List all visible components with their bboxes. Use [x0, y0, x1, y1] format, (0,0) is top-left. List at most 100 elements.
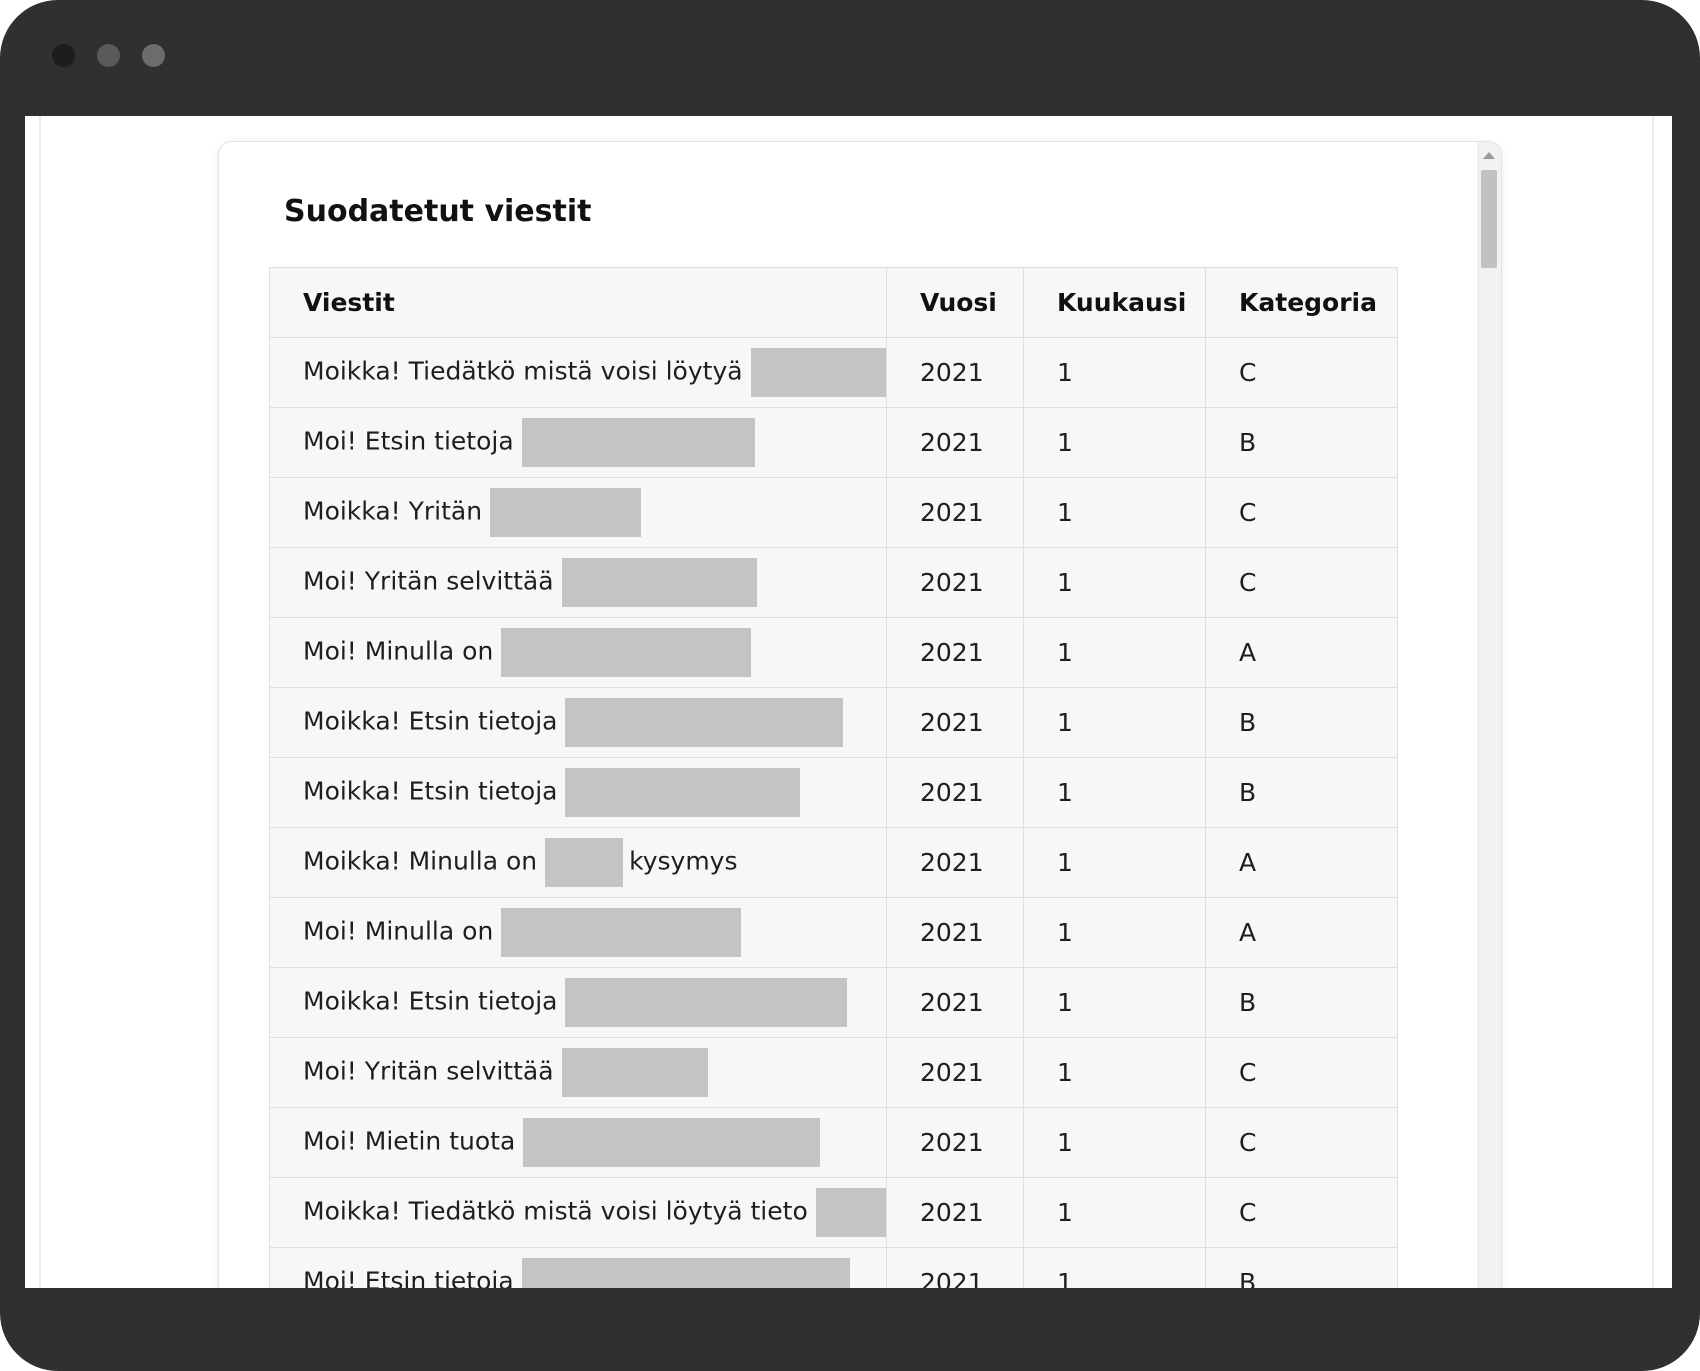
close-dot[interactable]	[52, 44, 75, 67]
month-cell: 1	[1023, 1247, 1206, 1288]
message-cell: Moi! Yritän selvittää	[269, 547, 887, 618]
month-cell: 1	[1023, 687, 1206, 758]
category-cell: C	[1205, 337, 1398, 408]
device-frame: Suodatetut viestit Viestit Vuosi Kuukaus…	[0, 0, 1700, 1371]
category-cell: C	[1205, 1037, 1398, 1108]
year-cell: 2021	[886, 477, 1024, 548]
table-header-row: Viestit Vuosi Kuukausi Kategoria	[269, 267, 1398, 338]
redacted-block	[521, 418, 755, 467]
browser-viewport: Suodatetut viestit Viestit Vuosi Kuukaus…	[25, 116, 1672, 1288]
message-cell: Moi! Mietin tuota	[269, 1107, 887, 1178]
minimize-dot[interactable]	[97, 44, 120, 67]
column-header-messages[interactable]: Viestit	[269, 267, 887, 338]
category-cell: C	[1205, 1177, 1398, 1248]
month-cell: 1	[1023, 547, 1206, 618]
category-cell: B	[1205, 967, 1398, 1038]
redacted-block	[490, 488, 642, 537]
category-cell: B	[1205, 757, 1398, 828]
category-cell: B	[1205, 407, 1398, 478]
month-cell: 1	[1023, 827, 1206, 898]
message-cell: Moikka! Yritän	[269, 477, 887, 548]
table-row[interactable]: Moikka! Etsin tietoja 2021 1 B	[269, 687, 1398, 758]
redacted-block	[561, 1048, 708, 1097]
table-row[interactable]: Moi! Etsin tietoja 2021 1 B	[269, 407, 1398, 478]
category-cell: A	[1205, 617, 1398, 688]
year-cell: 2021	[886, 1107, 1024, 1178]
message-cell: Moikka! Tiedätkö mistä voisi löytyä tiet…	[269, 1177, 887, 1248]
redacted-block	[545, 838, 624, 887]
category-cell: C	[1205, 477, 1398, 548]
column-header-month[interactable]: Kuukausi	[1023, 267, 1206, 338]
panel-title: Suodatetut viestit	[284, 194, 592, 229]
column-header-category[interactable]: Kategoria	[1205, 267, 1398, 338]
redacted-block	[565, 768, 801, 817]
year-cell: 2021	[886, 827, 1024, 898]
filtered-messages-panel: Suodatetut viestit Viestit Vuosi Kuukaus…	[218, 141, 1502, 1288]
redacted-block	[565, 978, 848, 1027]
message-text: Moi! Mietin tuota	[303, 1126, 516, 1156]
vertical-scrollbar[interactable]	[1477, 142, 1501, 1288]
maximize-dot[interactable]	[142, 44, 165, 67]
table-row[interactable]: Moikka! Yritän 2021 1 C	[269, 477, 1398, 548]
table-row[interactable]: Moi! Etsin tietoja 2021 1 B	[269, 1247, 1398, 1289]
message-text: Moi! Etsin tietoja	[303, 1266, 514, 1289]
redacted-block	[750, 348, 886, 397]
messages-table: Viestit Vuosi Kuukausi Kategoria Moikka!…	[269, 267, 1398, 1288]
message-cell: Moikka! Etsin tietoja	[269, 687, 887, 758]
category-cell: B	[1205, 687, 1398, 758]
redacted-block	[501, 628, 752, 677]
category-cell: A	[1205, 827, 1398, 898]
page-edge-right	[1652, 116, 1654, 1288]
message-cell: Moikka! Etsin tietoja	[269, 967, 887, 1038]
column-header-year[interactable]: Vuosi	[886, 267, 1024, 338]
year-cell: 2021	[886, 1247, 1024, 1288]
message-text: Moikka! Tiedätkö mistä voisi löytyä tiet…	[303, 1196, 808, 1226]
table-row[interactable]: Moikka! Tiedätkö mistä voisi löytyä tiet…	[269, 1177, 1398, 1248]
table-row[interactable]: Moi! Yritän selvittää 2021 1 C	[269, 547, 1398, 618]
message-text: Moikka! Etsin tietoja	[303, 706, 558, 736]
year-cell: 2021	[886, 897, 1024, 968]
message-cell: Moikka! Minulla on kysymys	[269, 827, 887, 898]
redacted-block	[523, 1118, 821, 1167]
table-row[interactable]: Moikka! Etsin tietoja 2021 1 B	[269, 757, 1398, 828]
year-cell: 2021	[886, 967, 1024, 1038]
message-cell: Moi! Yritän selvittää	[269, 1037, 887, 1108]
message-text: Moikka! Yritän	[303, 496, 483, 526]
message-text: Moikka! Etsin tietoja	[303, 986, 558, 1016]
year-cell: 2021	[886, 757, 1024, 828]
table-row[interactable]: Moi! Minulla on 2021 1 A	[269, 617, 1398, 688]
redacted-block	[565, 698, 844, 747]
table-row[interactable]: Moikka! Etsin tietoja 2021 1 B	[269, 967, 1398, 1038]
table-row[interactable]: Moi! Minulla on 2021 1 A	[269, 897, 1398, 968]
year-cell: 2021	[886, 337, 1024, 408]
redacted-block	[501, 908, 742, 957]
category-cell: C	[1205, 1107, 1398, 1178]
month-cell: 1	[1023, 897, 1206, 968]
table-row[interactable]: Moi! Yritän selvittää 2021 1 C	[269, 1037, 1398, 1108]
year-cell: 2021	[886, 617, 1024, 688]
table-row[interactable]: Moikka! Minulla on kysymys 2021 1 A	[269, 827, 1398, 898]
scroll-up-arrow-icon[interactable]	[1483, 152, 1495, 159]
table-row[interactable]: Moikka! Tiedätkö mistä voisi löytyä 2021 1…	[269, 337, 1398, 408]
category-cell: B	[1205, 1247, 1398, 1288]
window-controls	[52, 44, 165, 67]
message-text: Moikka! Etsin tietoja	[303, 776, 558, 806]
table-row[interactable]: Moi! Mietin tuota 2021 1 C	[269, 1107, 1398, 1178]
scrollbar-thumb[interactable]	[1481, 170, 1497, 268]
message-cell: Moi! Etsin tietoja	[269, 1247, 887, 1289]
month-cell: 1	[1023, 757, 1206, 828]
year-cell: 2021	[886, 1037, 1024, 1108]
message-text: Moi! Etsin tietoja	[303, 426, 514, 456]
message-cell: Moikka! Tiedätkö mistä voisi löytyä	[269, 337, 887, 408]
message-text: Moikka! Minulla on	[303, 846, 538, 876]
year-cell: 2021	[886, 1177, 1024, 1248]
year-cell: 2021	[886, 687, 1024, 758]
message-text: Moi! Minulla on	[303, 916, 494, 946]
category-cell: C	[1205, 547, 1398, 618]
message-text: Moi! Yritän selvittää	[303, 566, 554, 596]
year-cell: 2021	[886, 407, 1024, 478]
redacted-block	[561, 558, 757, 607]
message-cell: Moi! Etsin tietoja	[269, 407, 887, 478]
month-cell: 1	[1023, 967, 1206, 1038]
month-cell: 1	[1023, 1037, 1206, 1108]
